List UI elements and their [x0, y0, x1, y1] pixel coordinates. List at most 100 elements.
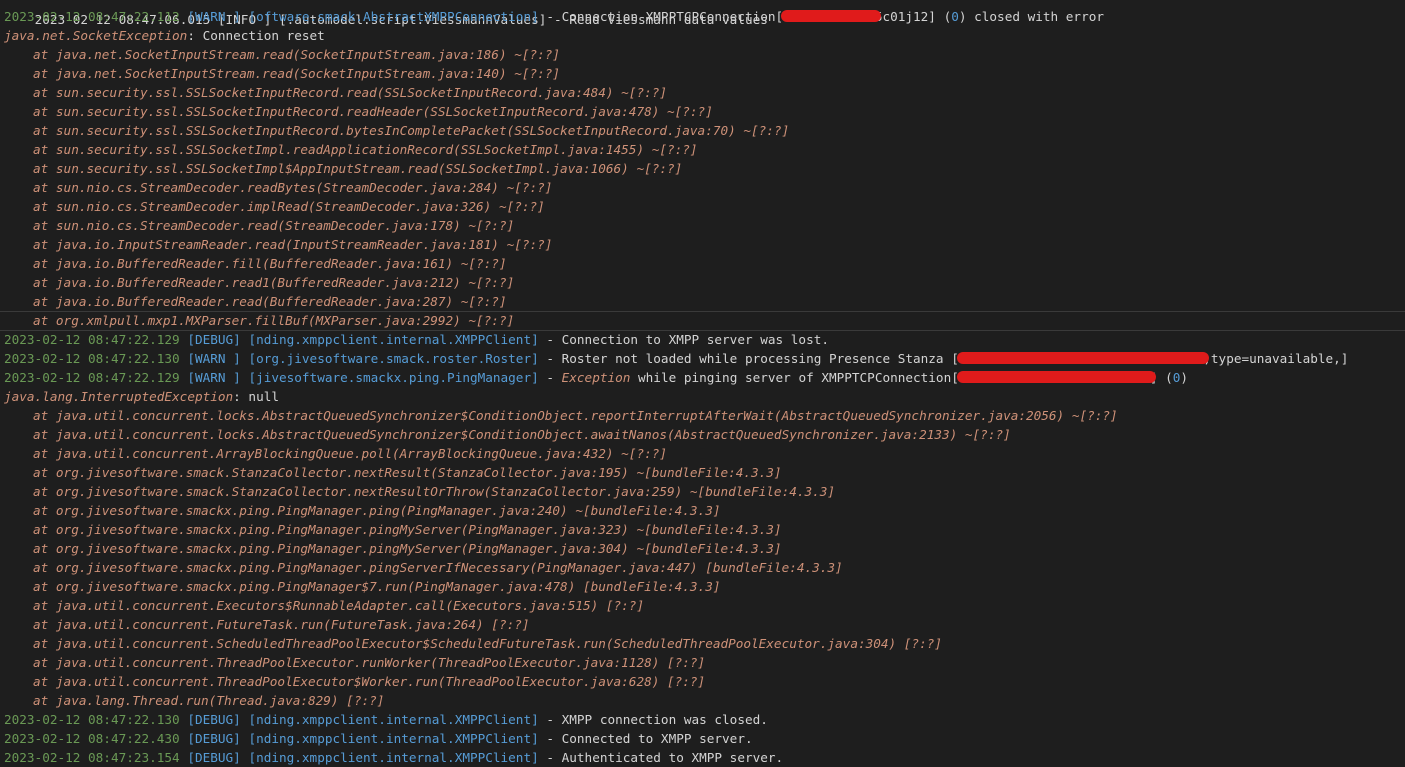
- stack-frame-text: at java.util.concurrent.ThreadPoolExecut…: [33, 655, 706, 670]
- stack-frame: at java.util.concurrent.ScheduledThreadP…: [4, 634, 942, 653]
- redacted-text: [956, 370, 1156, 385]
- stack-frame: at java.io.BufferedReader.read1(Buffered…: [4, 273, 514, 292]
- log-message: - XMPP connection was closed.: [538, 712, 768, 727]
- log-connection-id: 0: [951, 9, 959, 24]
- log-level: [DEBUG]: [187, 332, 241, 347]
- stack-frame: at java.io.InputStreamReader.read(InputS…: [4, 235, 552, 254]
- log-level: [DEBUG]: [187, 712, 241, 727]
- stack-frame-text: at java.io.BufferedReader.read(BufferedR…: [33, 294, 507, 309]
- log-message: - Connection to XMPP server was lost.: [538, 332, 829, 347]
- stack-frame: at sun.security.ssl.SSLSocketImpl.readAp…: [4, 140, 698, 159]
- stack-frame-text: at java.net.SocketInputStream.read(Socke…: [33, 47, 561, 62]
- stack-frame: at sun.security.ssl.SSLSocketInputRecord…: [4, 121, 789, 140]
- log-logger: [org.jivesoftware.smack.roster.Roster]: [248, 351, 539, 366]
- stack-frame: at java.util.concurrent.FutureTask.run(F…: [4, 615, 530, 634]
- log-line: 2023-02-12 08:47:22.130 [DEBUG] [nding.x…: [4, 710, 768, 729]
- stack-frame-text: at org.jivesoftware.smackx.ping.PingMana…: [33, 522, 782, 537]
- log-output-panel[interactable]: 2023-02-12 08:47:06.015 [INFO ] [.automo…: [0, 0, 1405, 767]
- stack-frame-text: at sun.nio.cs.StreamDecoder.readBytes(St…: [33, 180, 553, 195]
- stack-frame: at sun.nio.cs.StreamDecoder.readBytes(St…: [4, 178, 552, 197]
- log-message-end: ) closed with error: [958, 9, 1104, 24]
- log-message: - Connection XMPPTCPConnection[: [538, 9, 784, 24]
- stack-frame-text: at java.io.BufferedReader.fill(BufferedR…: [33, 256, 507, 271]
- stack-frame-text: at java.io.InputStreamReader.read(InputS…: [33, 237, 553, 252]
- log-timestamp: 2023-02-12 08:47:23.154: [4, 750, 180, 765]
- stack-frame: at sun.security.ssl.SSLSocketImpl$AppInp…: [4, 159, 682, 178]
- log-message: - Roster not loaded while processing Pre…: [538, 351, 959, 366]
- stack-frame-text: at java.net.SocketInputStream.read(Socke…: [33, 66, 561, 81]
- stack-frame-text: at org.jivesoftware.smackx.ping.PingMana…: [33, 503, 721, 518]
- log-line: 2023-02-12 08:47:22.130 [WARN ] [org.jiv…: [4, 349, 1348, 368]
- log-timestamp: 2023-02-12 08:47:22.130: [4, 351, 180, 366]
- stack-frame: at java.io.BufferedReader.read(BufferedR…: [4, 292, 507, 311]
- log-message: - Connected to XMPP server.: [538, 731, 753, 746]
- log-logger: [nding.xmppclient.internal.XMPPClient]: [248, 750, 539, 765]
- log-message-end: ): [1180, 370, 1189, 385]
- stack-frame: at org.xmlpull.mxp1.MXParser.fillBuf(MXP…: [4, 311, 514, 330]
- stack-frame: at org.jivesoftware.smack.StanzaCollecto…: [4, 463, 782, 482]
- stack-frame: at java.io.BufferedReader.fill(BufferedR…: [4, 254, 507, 273]
- stack-frame-text: at sun.security.ssl.SSLSocketImpl.readAp…: [33, 142, 698, 157]
- stack-frame: at java.util.concurrent.locks.AbstractQu…: [4, 425, 1011, 444]
- exception-message: : null: [233, 389, 279, 404]
- stack-frame: at java.lang.Thread.run(Thread.java:829)…: [4, 691, 384, 710]
- stack-frame-text: at java.util.concurrent.locks.AbstractQu…: [33, 427, 1011, 442]
- exception-class: java.net.SocketException: [4, 28, 188, 43]
- stack-frame: at sun.nio.cs.StreamDecoder.read(StreamD…: [4, 216, 514, 235]
- stack-frame: at java.util.concurrent.Executors$Runnab…: [4, 596, 644, 615]
- log-level: [DEBUG]: [187, 750, 241, 765]
- stack-frame: at org.jivesoftware.smackx.ping.PingMana…: [4, 520, 782, 539]
- log-line: 2023-02-12 08:47:23.154 [DEBUG] [nding.x…: [4, 748, 783, 767]
- stack-frame: at java.util.concurrent.ThreadPoolExecut…: [4, 653, 705, 672]
- log-timestamp: 2023-02-12 08:47:22.112: [4, 9, 180, 24]
- stack-frame: at java.net.SocketInputStream.read(Socke…: [4, 45, 560, 64]
- redaction-mark: [956, 371, 1156, 383]
- stack-frame-text: at java.io.BufferedReader.read1(Buffered…: [33, 275, 515, 290]
- stack-frame-text: at java.util.concurrent.Executors$Runnab…: [33, 598, 645, 613]
- log-logger: [nding.xmppclient.internal.XMPPClient]: [248, 712, 539, 727]
- redaction-mark: [781, 10, 881, 22]
- exception-class: java.lang.InterruptedException: [4, 389, 234, 404]
- log-message-tail: ,type=unavailable,]: [1203, 351, 1349, 366]
- stack-frame: at org.jivesoftware.smackx.ping.PingMana…: [4, 558, 843, 577]
- stack-frame: at org.jivesoftware.smackx.ping.PingMana…: [4, 501, 720, 520]
- cursor-line-bottom-border: [0, 330, 1405, 331]
- stack-frame-text: at sun.security.ssl.SSLSocketImpl$AppInp…: [33, 161, 683, 176]
- stack-frame-text: at org.jivesoftware.smack.StanzaCollecto…: [33, 484, 836, 499]
- redaction-mark: [956, 352, 1210, 364]
- stack-frame: at sun.security.ssl.SSLSocketInputRecord…: [4, 83, 667, 102]
- log-message-tail: 5c01j12] (: [874, 9, 952, 24]
- stack-frame: at sun.nio.cs.StreamDecoder.implRead(Str…: [4, 197, 545, 216]
- log-level: [WARN ]: [187, 9, 241, 24]
- stack-frame-text: at sun.security.ssl.SSLSocketInputRecord…: [33, 104, 713, 119]
- log-line: 2023-02-12 08:47:22.112 [WARN ] [oftware…: [4, 7, 1104, 26]
- stack-frame: at org.jivesoftware.smack.StanzaCollecto…: [4, 482, 835, 501]
- stack-frame-text: at sun.security.ssl.SSLSocketInputRecord…: [33, 123, 790, 138]
- log-line: 2023-02-12 08:47:22.129 [DEBUG] [nding.x…: [4, 330, 829, 349]
- stack-frame: at sun.security.ssl.SSLSocketInputRecord…: [4, 102, 713, 121]
- stack-frame-text: at sun.security.ssl.SSLSocketInputRecord…: [33, 85, 667, 100]
- stack-frame-text: at org.jivesoftware.smack.StanzaCollecto…: [33, 465, 782, 480]
- stack-frame-text: at org.jivesoftware.smackx.ping.PingMana…: [33, 541, 782, 556]
- log-message-mid: while pinging server of XMPPTCPConnectio…: [630, 370, 959, 385]
- stack-frame-text: at java.util.concurrent.locks.AbstractQu…: [33, 408, 1118, 423]
- cursor-line-top-border: [0, 311, 1405, 312]
- stack-frame-text: at java.lang.Thread.run(Thread.java:829)…: [33, 693, 385, 708]
- stack-frame-text: at java.util.concurrent.ThreadPoolExecut…: [33, 674, 706, 689]
- log-line: 2023-02-12 08:47:22.129 [WARN ] [jivesof…: [4, 368, 1188, 387]
- stack-frame-text: at java.util.concurrent.FutureTask.run(F…: [33, 617, 530, 632]
- log-timestamp: 2023-02-12 08:47:22.130: [4, 712, 180, 727]
- exception-header: java.net.SocketException: Connection res…: [4, 26, 325, 45]
- log-level: [WARN ]: [187, 370, 241, 385]
- log-timestamp: 2023-02-12 08:47:22.129: [4, 370, 180, 385]
- stack-frame: at java.util.concurrent.ArrayBlockingQue…: [4, 444, 667, 463]
- stack-frame-text: at org.jivesoftware.smackx.ping.PingMana…: [33, 560, 843, 575]
- log-logger: [oftware.smack.AbstractXMPPConnection]: [248, 9, 539, 24]
- log-timestamp: 2023-02-12 08:47:22.129: [4, 332, 180, 347]
- log-line: 2023-02-12 08:47:22.430 [DEBUG] [nding.x…: [4, 729, 753, 748]
- stack-frame-text: at org.xmlpull.mxp1.MXParser.fillBuf(MXP…: [33, 313, 515, 328]
- stack-frame-text: at java.util.concurrent.ScheduledThreadP…: [33, 636, 942, 651]
- stack-frame: at org.jivesoftware.smackx.ping.PingMana…: [4, 577, 720, 596]
- stack-frame-text: at java.util.concurrent.ArrayBlockingQue…: [33, 446, 667, 461]
- stack-frame-text: at sun.nio.cs.StreamDecoder.implRead(Str…: [33, 199, 545, 214]
